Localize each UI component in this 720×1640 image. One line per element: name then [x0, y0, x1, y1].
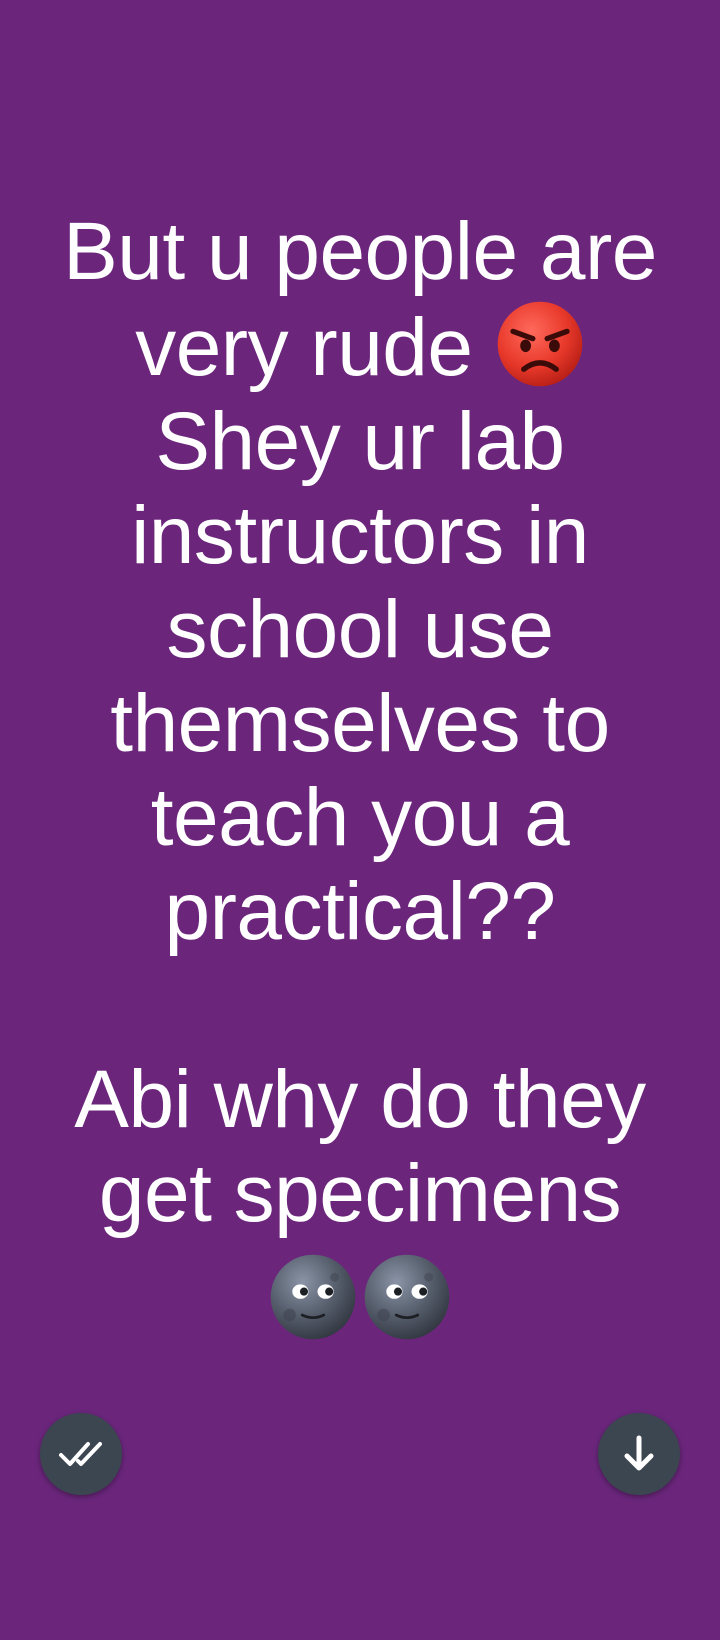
- status-text-line-2: Shey ur lab instructors in school use th…: [74, 396, 646, 1239]
- arrow-down-icon: [624, 1435, 654, 1471]
- status-text: But u people are very rude Shey ur lab i…: [30, 205, 690, 1342]
- emoji-row: [30, 1245, 690, 1342]
- pouting-face-emoji: [497, 301, 583, 387]
- seen-status-button[interactable]: [40, 1413, 122, 1495]
- double-check-icon: [59, 1442, 102, 1466]
- new-moon-face-emoji: [270, 1255, 356, 1340]
- status-text-line-1: But u people are very rude: [63, 206, 680, 393]
- download-button[interactable]: [598, 1413, 680, 1495]
- new-moon-face-emoji: [364, 1255, 450, 1340]
